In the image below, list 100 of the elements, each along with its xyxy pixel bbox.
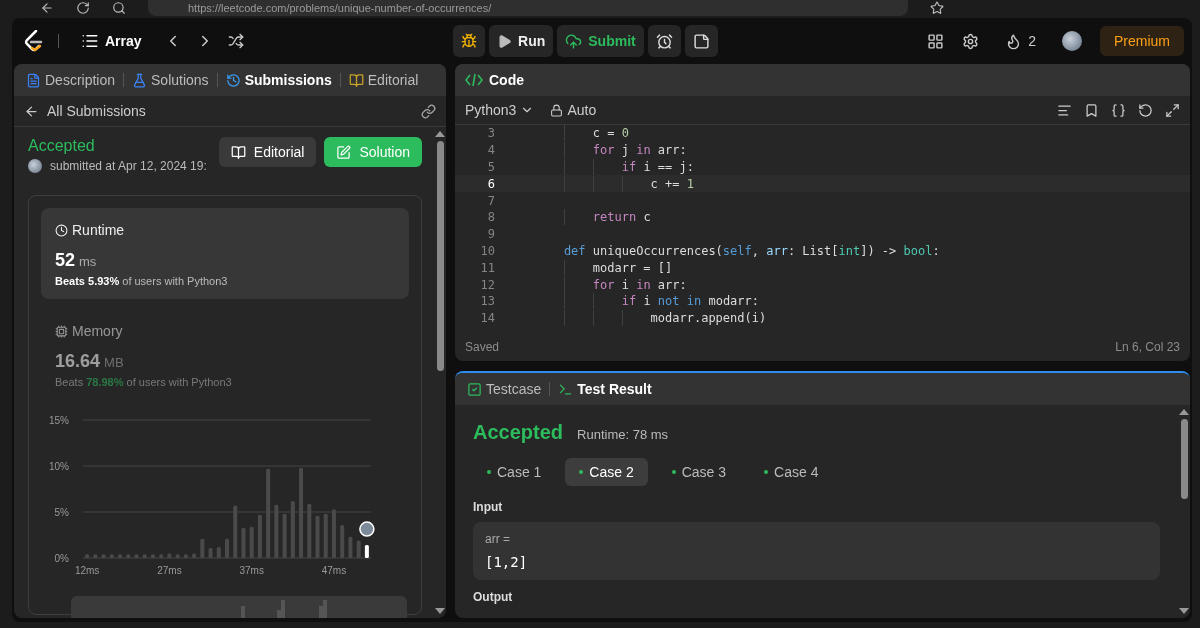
submit-button[interactable]: Submit xyxy=(557,25,644,57)
line-number: 8 xyxy=(486,210,495,225)
bug-icon xyxy=(461,33,478,49)
stat-panel[interactable]: Memory 16.64 MB Beats 78.98% of users with Python3 xyxy=(41,309,409,400)
reset-icon[interactable] xyxy=(1138,102,1153,118)
axis-label: 10% xyxy=(49,461,69,472)
history-icon xyxy=(225,72,241,88)
code-line: modarr = [] xyxy=(535,260,673,275)
code-line: def uniqueOccurrences(self, arr: List[int]) -> bool: xyxy=(562,243,940,258)
star-icon[interactable] xyxy=(930,1,944,15)
code-line: modarr.append(i) xyxy=(535,311,767,326)
axis-label: 47ms xyxy=(321,565,347,576)
status-dot xyxy=(579,470,584,474)
code-line: if i == j: xyxy=(535,160,694,174)
mode-select[interactable]: Auto xyxy=(550,102,597,118)
premium-button[interactable]: Premium xyxy=(1099,26,1184,56)
note-icon xyxy=(692,32,710,50)
stat-value: 16.64 xyxy=(55,351,101,372)
stat-unit: MB xyxy=(104,355,124,370)
list-icon xyxy=(81,32,99,50)
code-editor[interactable]: 3 c = 0 4 for j in arr: 5 if i == j: 6 c += 1 7 8 return c 9 10 def uniqueOccurrences(self, arr: List[int]) -> bool: 11 modarr = [] 12 for i in arr: 13 if i not in modarr: 14 modarr.append(i) xyxy=(455,125,1190,333)
panel-tab[interactable]: Testcase xyxy=(465,381,544,397)
code-line: if i not in modarr: xyxy=(535,294,759,309)
case-tab[interactable]: Case 3 xyxy=(657,458,741,486)
axis-label: 27ms xyxy=(157,565,182,576)
line-number: 6 xyxy=(486,176,495,191)
input-label: Input xyxy=(473,500,504,514)
shuffle-icon[interactable] xyxy=(227,33,244,49)
stat-title: Memory xyxy=(72,323,123,339)
checkbox-icon xyxy=(467,381,482,397)
code-icon xyxy=(465,73,483,87)
link-icon[interactable] xyxy=(421,103,436,119)
variable-value: [1,2] xyxy=(485,554,529,570)
code-line: return c xyxy=(535,210,651,225)
panel-tab[interactable]: Test Result xyxy=(556,381,654,397)
user-marker xyxy=(359,521,375,537)
alarm-clock-icon xyxy=(655,32,673,50)
language-select[interactable]: Python3 xyxy=(465,102,535,118)
refresh-icon[interactable] xyxy=(76,1,90,15)
edit-icon xyxy=(336,144,352,160)
editorial-button[interactable]: Editorial xyxy=(218,137,317,167)
result-status: Accepted xyxy=(473,421,564,444)
bookmark-icon[interactable] xyxy=(1084,102,1099,118)
status-dot xyxy=(764,470,769,474)
stat-panel[interactable]: Runtime 52 ms Beats 5.93% of users with Python3 xyxy=(41,208,409,299)
clock-icon xyxy=(55,223,68,237)
streak-button[interactable]: 2 xyxy=(997,25,1044,57)
note-button[interactable] xyxy=(684,25,718,57)
settings-icon[interactable] xyxy=(962,32,980,50)
address-bar[interactable]: https://leetcode.com/problems/unique-number-of-occurrences/ xyxy=(148,0,908,16)
beats-text: Beats 5.93% of users with Python3 xyxy=(55,275,229,287)
run-button[interactable]: Run xyxy=(489,25,554,57)
case-tab[interactable]: Case 1 xyxy=(473,458,556,486)
braces-icon[interactable] xyxy=(1111,102,1126,118)
avatar xyxy=(28,159,42,173)
line-number: 3 xyxy=(486,126,495,141)
submission-status: Accepted xyxy=(28,137,96,155)
panel-title: Code xyxy=(489,72,524,88)
layout-icon[interactable] xyxy=(927,32,945,50)
case-tab[interactable]: Case 4 xyxy=(750,458,833,486)
panel-tab[interactable]: Editorial xyxy=(346,72,421,88)
axis-label: 37ms xyxy=(239,565,264,576)
lock-icon xyxy=(550,103,564,117)
panel-tab[interactable]: Description xyxy=(24,72,118,88)
terminal-icon xyxy=(558,381,574,397)
logo-icon[interactable] xyxy=(24,30,44,52)
code-line: c += 1 xyxy=(535,176,694,191)
line-number: 5 xyxy=(486,160,495,174)
submission-time: submitted at Apr 12, 2024 19: xyxy=(50,159,207,173)
panel-tab[interactable]: Solutions xyxy=(130,72,211,88)
variable-name: arr = xyxy=(485,532,511,546)
cloud-upload-icon xyxy=(565,32,583,50)
status-dot xyxy=(671,470,676,474)
axis-label: 12ms xyxy=(74,565,100,576)
search-icon[interactable] xyxy=(112,1,126,15)
case-tab[interactable]: Case 2 xyxy=(565,458,648,486)
code-line: for i in arr: xyxy=(535,277,687,292)
avatar[interactable] xyxy=(1061,31,1082,51)
back-link[interactable]: All Submissions xyxy=(24,103,146,119)
format-icon[interactable] xyxy=(1057,102,1072,118)
line-number: 10 xyxy=(479,243,495,258)
code-line: c = 0 xyxy=(535,126,629,141)
back-icon[interactable] xyxy=(40,1,54,15)
line-number: 7 xyxy=(486,193,495,208)
line-number: 13 xyxy=(479,294,495,309)
problem-list-button[interactable]: Array xyxy=(73,25,150,57)
flask-icon xyxy=(132,72,148,88)
debug-button[interactable] xyxy=(453,25,486,57)
alarm-button[interactable] xyxy=(647,25,681,57)
axis-label: 0% xyxy=(54,553,69,564)
expand-icon[interactable] xyxy=(1165,102,1180,118)
chip-icon xyxy=(55,324,68,338)
arrow-left-icon xyxy=(24,103,39,119)
stat-value: 52 xyxy=(55,250,76,271)
line-number: 4 xyxy=(486,143,495,158)
document-icon xyxy=(26,72,41,88)
axis-label: 15% xyxy=(49,415,69,426)
line-number: 11 xyxy=(479,260,495,275)
panel-tab[interactable]: Submissions xyxy=(223,72,334,88)
play-icon xyxy=(497,33,513,49)
